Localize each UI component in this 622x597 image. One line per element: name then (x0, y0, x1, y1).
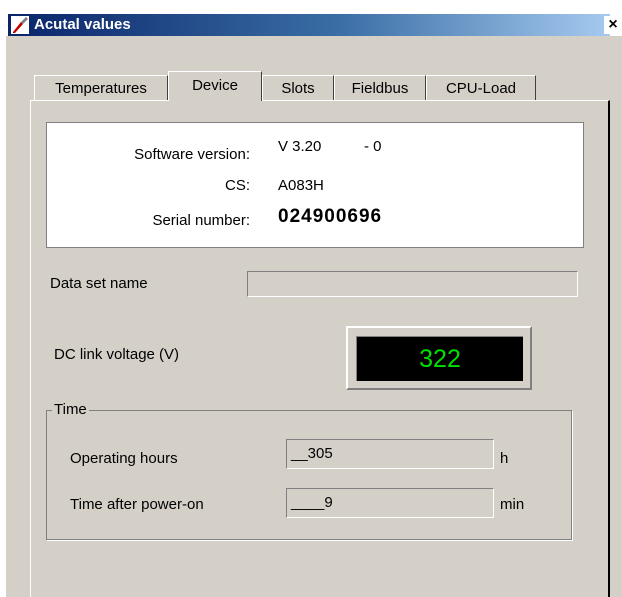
tab-label: CPU-Load (445, 80, 517, 97)
tab-fieldbus[interactable]: Fieldbus (334, 75, 426, 101)
data-set-name-field (247, 271, 578, 297)
tab-label: Temperatures (55, 80, 147, 97)
time-after-power-on-value: ____9 (291, 494, 333, 511)
time-after-power-on-label: Time after power-on (70, 496, 204, 513)
cs-value: A083H (278, 177, 324, 194)
cs-label: CS: (224, 177, 250, 194)
dc-link-voltage-display: 322 (356, 336, 523, 381)
time-after-power-on-field: ____9 (286, 488, 494, 518)
tab-slots[interactable]: Slots (262, 75, 334, 101)
software-version-value: V 3.20 (278, 138, 322, 155)
tab-label: Fieldbus (351, 80, 409, 97)
tab-label: Device (192, 77, 238, 94)
tab-label: Slots (281, 80, 315, 97)
serial-number-label: Serial number: (152, 212, 250, 229)
tab-cpu-load[interactable]: CPU-Load (426, 75, 536, 101)
dc-link-voltage-frame: 322 (346, 326, 532, 390)
operating-hours-unit: h (500, 450, 509, 467)
window-title: Acutal values (34, 16, 131, 33)
operating-hours-label: Operating hours (70, 450, 178, 467)
operating-hours-field: __305 (286, 439, 494, 469)
app-icon (11, 16, 29, 34)
data-set-name-label: Data set name (50, 275, 148, 292)
time-after-power-on-unit: min (500, 496, 525, 513)
close-icon[interactable]: × (604, 16, 622, 34)
software-version-suffix: - 0 (364, 138, 382, 155)
tab-device[interactable]: Device (168, 71, 262, 101)
serial-number-value: 024900696 (278, 206, 383, 227)
window-left-border (0, 36, 6, 597)
tab-temperatures[interactable]: Temperatures (34, 75, 168, 101)
software-version-label: Software version: (134, 146, 250, 163)
time-group (46, 410, 572, 540)
operating-hours-value: __305 (291, 445, 333, 462)
dc-link-voltage-label: DC link voltage (V) (54, 346, 180, 363)
time-group-title: Time (52, 401, 89, 418)
title-bar: Acutal values × (0, 0, 622, 36)
